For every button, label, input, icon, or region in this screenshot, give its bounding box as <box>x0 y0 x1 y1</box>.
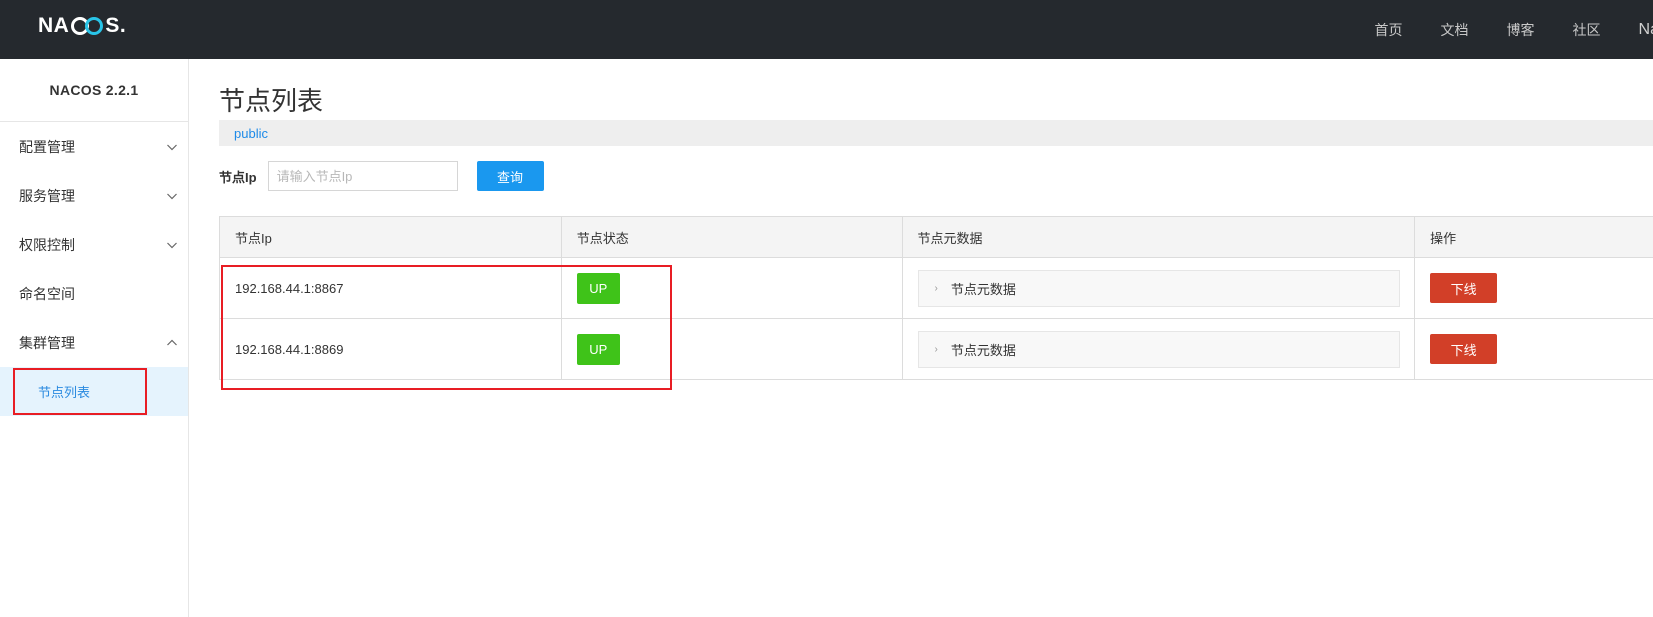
sidebar-item-label: 服务管理 <box>19 187 75 204</box>
sidebar-item-auth[interactable]: 权限控制 <box>0 220 188 269</box>
metadata-collapse[interactable]: › 节点元数据 <box>917 330 1400 368</box>
sidebar-subitem-node-list[interactable]: 节点列表 <box>0 367 188 416</box>
query-button[interactable]: 查询 <box>476 161 544 191</box>
column-header-status: 节点状态 <box>562 217 903 257</box>
chevron-down-icon <box>167 242 177 248</box>
nav-link-home[interactable]: 首页 <box>1375 20 1403 40</box>
logo-text-part: S <box>105 14 120 37</box>
top-nav-links: 首页 文档 博客 社区 Na <box>1337 0 1653 59</box>
column-header-metadata: 节点元数据 <box>903 217 1416 257</box>
sidebar-item-label: 权限控制 <box>19 236 75 253</box>
column-header-ip: 节点Ip <box>220 217 562 257</box>
sidebar-item-label: 命名空间 <box>19 285 75 302</box>
search-form: 节点Ip 查询 <box>219 160 544 192</box>
chevron-right-icon: › <box>934 282 938 294</box>
version-label: NACOS 2.2.1 <box>0 59 188 122</box>
page-title: 节点列表 <box>219 86 324 116</box>
sidebar-item-label: 集群管理 <box>19 334 75 351</box>
chevron-right-icon: › <box>934 343 938 355</box>
metadata-collapse[interactable]: › 节点元数据 <box>917 269 1400 307</box>
search-label: 节点Ip <box>219 169 257 185</box>
sidebar-item-label: 配置管理 <box>19 138 75 155</box>
nav-link-blog[interactable]: 博客 <box>1507 20 1535 40</box>
sidebar-item-service[interactable]: 服务管理 <box>0 171 188 220</box>
node-ip-input[interactable] <box>267 161 458 191</box>
sidebar-item-namespace[interactable]: 命名空间 <box>0 269 188 318</box>
top-navbar: NA S . 首页 文档 博客 社区 Na <box>0 0 1653 59</box>
table-header-row: 节点Ip 节点状态 节点元数据 操作 <box>220 217 1653 258</box>
sidebar-item-cluster[interactable]: 集群管理 <box>0 318 188 367</box>
namespace-bar: public <box>219 120 1653 146</box>
metadata-cell: › 节点元数据 <box>903 258 1416 318</box>
chevron-down-icon <box>167 144 177 150</box>
nav-link-community[interactable]: 社区 <box>1573 20 1601 40</box>
logo-dot: . <box>119 14 127 37</box>
namespace-link[interactable]: public <box>234 126 268 141</box>
nacos-logo[interactable]: NA S . <box>38 14 126 38</box>
chevron-up-icon <box>167 339 177 345</box>
offline-button[interactable]: 下线 <box>1430 334 1498 364</box>
highlight-box <box>221 265 672 390</box>
metadata-label: 节点元数据 <box>950 281 1016 297</box>
sidebar: NACOS 2.2.1 配置管理 服务管理 权限控制 命名空间 集群管理 节点列… <box>0 59 189 617</box>
nav-link-docs[interactable]: 文档 <box>1441 20 1469 40</box>
action-cell: 下线 <box>1415 258 1653 318</box>
action-cell: 下线 <box>1415 319 1653 379</box>
logo-infinity-icon <box>70 16 104 36</box>
highlight-box <box>13 368 147 415</box>
logo-text-part: NA <box>38 14 70 37</box>
chevron-down-icon <box>167 193 177 199</box>
offline-button[interactable]: 下线 <box>1430 273 1498 303</box>
nav-link-truncated[interactable]: Na <box>1639 21 1653 39</box>
sidebar-item-config[interactable]: 配置管理 <box>0 122 188 171</box>
main-content: 节点列表 public 节点Ip 查询 节点Ip 节点状态 节点元数据 操作 1… <box>219 59 1653 617</box>
metadata-cell: › 节点元数据 <box>903 319 1416 379</box>
metadata-label: 节点元数据 <box>950 342 1016 358</box>
column-header-action: 操作 <box>1430 230 1457 246</box>
